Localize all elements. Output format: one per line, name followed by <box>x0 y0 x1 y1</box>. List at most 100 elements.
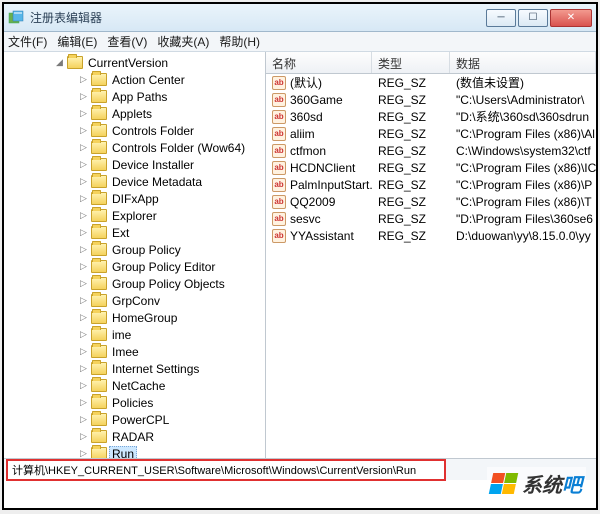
expand-icon[interactable]: ▷ <box>78 91 89 102</box>
list-row[interactable]: abYYAssistantREG_SZD:\duowan\yy\8.15.0.0… <box>266 227 596 244</box>
list-body[interactable]: ab(默认)REG_SZ(数值未设置)ab360GameREG_SZ"C:\Us… <box>266 74 596 458</box>
col-header-type[interactable]: 类型 <box>372 52 450 73</box>
tree-item[interactable]: ▷NetCache <box>6 377 265 394</box>
tree-item[interactable]: ▷Applets <box>6 105 265 122</box>
tree-item[interactable]: ▷Controls Folder <box>6 122 265 139</box>
window-title: 注册表编辑器 <box>30 9 486 26</box>
menu-file[interactable]: 文件(F) <box>8 33 47 50</box>
tree-label: Run <box>109 446 137 459</box>
menu-view[interactable]: 查看(V) <box>107 33 147 50</box>
tree-item[interactable]: ▷Action Center <box>6 71 265 88</box>
tree-item[interactable]: ▷ App Paths <box>6 88 265 105</box>
expand-icon[interactable]: ▷ <box>78 431 89 442</box>
string-value-icon: ab <box>272 195 286 209</box>
menu-help[interactable]: 帮助(H) <box>219 33 260 50</box>
expand-icon[interactable]: ▷ <box>78 108 89 119</box>
collapse-icon[interactable]: ◢ <box>54 57 65 68</box>
expand-icon[interactable]: ▷ <box>78 74 89 85</box>
tree-label: GrpConv <box>109 294 163 308</box>
value-data: "D:\Program Files\360se6 <box>450 212 596 226</box>
expand-icon[interactable]: ▷ <box>78 210 89 221</box>
value-type: REG_SZ <box>372 93 450 107</box>
value-name: HCDNClient <box>290 161 355 175</box>
tree-item[interactable]: ▷ GrpConv <box>6 292 265 309</box>
tree-label: PowerCPL <box>109 413 172 427</box>
expand-icon[interactable]: ▷ <box>78 397 89 408</box>
folder-icon <box>91 430 107 443</box>
tree-item[interactable]: ▷ Imee <box>6 343 265 360</box>
list-row[interactable]: ab360GameREG_SZ"C:\Users\Administrator\ <box>266 91 596 108</box>
expand-icon[interactable]: ▷ <box>78 261 89 272</box>
tree-item[interactable]: ▷ime <box>6 326 265 343</box>
list-row[interactable]: abaliimREG_SZ"C:\Program Files (x86)\Al <box>266 125 596 142</box>
tree-item[interactable]: ▷Internet Settings <box>6 360 265 377</box>
expand-icon[interactable]: ▷ <box>78 159 89 170</box>
list-row[interactable]: ab360sdREG_SZ"D:\系统\360sd\360sdrun <box>266 108 596 125</box>
expand-icon[interactable]: ▷ <box>78 312 89 323</box>
expand-icon[interactable]: ▷ <box>78 295 89 306</box>
minimize-button[interactable]: ─ <box>486 9 516 27</box>
expand-icon[interactable]: ▷ <box>78 193 89 204</box>
col-header-name[interactable]: 名称 <box>266 52 372 73</box>
tree-item[interactable]: ▷ Device Metadata <box>6 173 265 190</box>
list-pane: 名称 类型 数据 ab(默认)REG_SZ(数值未设置)ab 360Game REG… <box>266 52 596 458</box>
menu-edit[interactable]: 编辑(E) <box>57 33 97 50</box>
expand-icon[interactable]: ▷ <box>78 448 89 458</box>
tree-item[interactable]: ▷Policies <box>6 394 265 411</box>
menubar: 文件(F) 编辑(E) 查看(V) 收藏夹(A) 帮助(H) <box>4 32 596 52</box>
list-row[interactable]: abQQ2009REG_SZ"C:\Program Files (x86)\T <box>266 193 596 210</box>
tree-label: DIFxApp <box>109 192 162 206</box>
tree-item[interactable]: ▷ DIFxApp <box>6 190 265 207</box>
tree-label: App Paths <box>109 90 170 104</box>
value-data: "C:\Program Files (x86)\P <box>450 178 596 192</box>
tree-item[interactable]: ▷Device Installer <box>6 156 265 173</box>
folder-icon <box>91 175 107 188</box>
close-button[interactable]: ✕ <box>550 9 592 27</box>
expand-icon[interactable]: ▷ <box>78 142 89 153</box>
list-row[interactable]: abHCDNClientREG_SZ"C:\Program Files (x86… <box>266 159 596 176</box>
titlebar[interactable]: 注册表编辑器 ─ ☐ ✕ <box>4 4 596 32</box>
folder-icon <box>91 413 107 426</box>
list-row[interactable]: absesvcREG_SZ"D:\Program Files\360se6 <box>266 210 596 227</box>
value-name: 360Game <box>290 93 343 107</box>
value-data: "C:\Program Files (x86)\T <box>450 195 596 209</box>
expand-icon[interactable]: ▷ <box>78 278 89 289</box>
address-path[interactable]: 计算机\HKEY_CURRENT_USER\Software\Microsoft… <box>6 459 446 481</box>
folder-icon <box>67 56 83 69</box>
value-data: D:\duowan\yy\8.15.0.0\yy <box>450 229 596 243</box>
menu-favorites[interactable]: 收藏夹(A) <box>157 33 209 50</box>
tree-item[interactable]: ▷RADAR <box>6 428 265 445</box>
value-data: "C:\Program Files (x86)\IC <box>450 161 596 175</box>
tree-item[interactable]: ▷Explorer <box>6 207 265 224</box>
list-row[interactable]: ab(默认)REG_SZ(数值未设置) <box>266 74 596 91</box>
main-content: ◢CurrentVersion▷Action Center▷App Paths▷… <box>4 52 596 458</box>
tree-item[interactable]: ▷Group Policy Objects <box>6 275 265 292</box>
list-row[interactable]: abPalmInputStart...REG_SZ"C:\Program Fil… <box>266 176 596 193</box>
tree-item[interactable]: ▷ Run <box>6 445 265 458</box>
tree-label: Imee <box>109 345 142 359</box>
tree-label: Device Metadata <box>109 175 205 189</box>
expand-icon[interactable]: ▷ <box>78 329 89 340</box>
expand-icon[interactable]: ▷ <box>78 227 89 238</box>
tree-scroll[interactable]: ◢CurrentVersion▷Action Center▷App Paths▷… <box>4 52 265 458</box>
tree-item[interactable]: ▷Controls Folder (Wow64) <box>6 139 265 156</box>
expand-icon[interactable]: ▷ <box>78 414 89 425</box>
expand-icon[interactable]: ▷ <box>78 125 89 136</box>
tree-item[interactable]: ▷ PowerCPL <box>6 411 265 428</box>
col-header-data[interactable]: 数据 <box>450 52 596 73</box>
tree-item-currentversion[interactable]: ◢CurrentVersion <box>6 54 265 71</box>
value-name: YYAssistant <box>290 229 354 243</box>
maximize-button[interactable]: ☐ <box>518 9 548 27</box>
windows-logo-icon <box>489 473 518 494</box>
tree-item[interactable]: ▷Group Policy <box>6 241 265 258</box>
expand-icon[interactable]: ▷ <box>78 176 89 187</box>
expand-icon[interactable]: ▷ <box>78 346 89 357</box>
list-row[interactable]: abctfmonREG_SZC:\Windows\system32\ctf <box>266 142 596 159</box>
tree-item[interactable]: ▷HomeGroup <box>6 309 265 326</box>
tree-item[interactable]: ▷Group Policy Editor <box>6 258 265 275</box>
tree-item[interactable]: ▷Ext <box>6 224 265 241</box>
folder-icon <box>91 107 107 120</box>
expand-icon[interactable]: ▷ <box>78 380 89 391</box>
expand-icon[interactable]: ▷ <box>78 363 89 374</box>
expand-icon[interactable]: ▷ <box>78 244 89 255</box>
